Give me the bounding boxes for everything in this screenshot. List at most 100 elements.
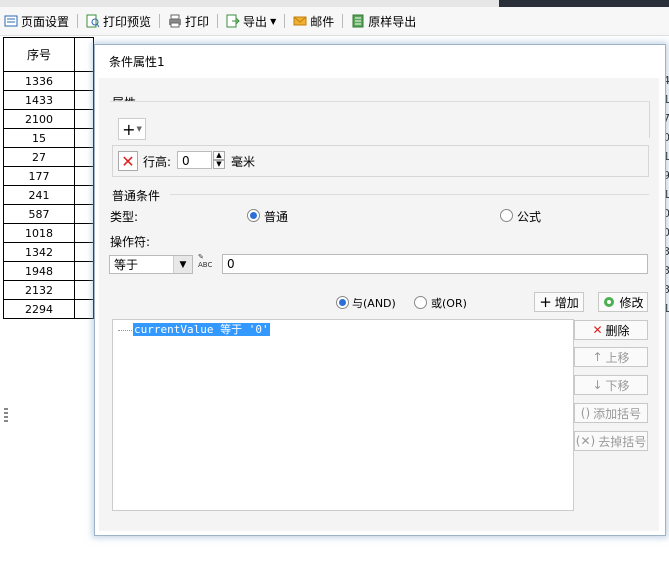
export-label: 导出 [243,14,268,29]
row-height-stepper[interactable]: ▲ ▼ [213,151,225,169]
resize-handle[interactable] [4,408,8,422]
table-cell [74,71,94,91]
top-strip [0,0,669,7]
row-height-input[interactable]: 0 [177,151,212,169]
print-button[interactable]: 打印 [164,10,213,32]
move-down-label: 下移 [605,378,630,393]
table-cell: 2294 [3,299,75,319]
table-row: 1018 [3,223,94,243]
operator-select[interactable]: 等于 ▼ [109,255,193,274]
toolbar: 页面设置 打印预览 打印 导出 ▼ 邮件 原样导出 [0,7,669,36]
page-setup-icon [4,15,18,27]
arrow-down-icon: ↓ [592,378,603,392]
delete-label: 删除 [605,323,630,338]
attributes-group-frame [110,101,650,138]
plus-icon: + [122,119,136,139]
export-as-is-icon [352,14,364,28]
operator-label: 操作符: [110,235,151,249]
table-cell: 177 [3,166,75,186]
condition-list[interactable]: currentValue 等于 '0' [112,319,574,511]
type-label: 类型: [110,210,139,224]
remove-bracket-button[interactable]: (✕) 去掉括号 [574,431,648,451]
list-item[interactable]: currentValue 等于 '0' [133,323,270,336]
type-normal-label: 普通 [264,210,289,224]
remove-attribute-button[interactable]: ✕ [118,151,138,171]
close-icon: ✕ [121,151,135,171]
table-cell [74,128,94,148]
export-button[interactable]: 导出 ▼ [222,10,280,32]
table-cell: 27 [3,147,75,167]
dialog-title: 条件属性1 [109,55,165,69]
print-preview-label: 打印预览 [103,14,152,29]
toolbar-separator [159,14,161,28]
move-up-label: 上移 [605,350,630,365]
type-formula-radio[interactable] [500,209,513,222]
chevron-down-icon: ▼ [173,256,192,273]
table-cell: 15 [3,128,75,148]
toolbar-separator [284,14,286,28]
operator-select-value: 等于 [114,258,139,272]
page-setup-label: 页面设置 [21,14,70,29]
table-cell [74,242,94,262]
add-condition-button[interactable]: + 增加 [534,292,584,312]
caret-down-icon: ▼ [136,125,142,133]
export-as-is-button[interactable]: 原样导出 [347,10,420,32]
delete-x-icon: ✕ [592,323,603,337]
operand-input[interactable]: 0 [222,254,648,274]
add-condition-label: 增加 [554,295,579,310]
table-cell: 1433 [3,90,75,110]
delete-button[interactable]: ✕ 删除 [574,320,648,340]
print-preview-button[interactable]: 打印预览 [82,10,155,32]
mail-label: 邮件 [310,14,335,29]
modify-condition-label: 修改 [619,295,644,310]
stepper-down-icon[interactable]: ▼ [213,160,225,169]
top-strip-dark [499,0,669,7]
bracket-icon: () [580,406,591,420]
remove-bracket-icon: (✕) [575,434,596,448]
table-row: 1342 [3,242,94,262]
table-cell [74,261,94,281]
print-preview-icon [86,14,100,28]
move-down-button[interactable]: ↓ 下移 [574,375,648,395]
table-cell [74,185,94,205]
type-normal-radio[interactable] [247,209,260,222]
table-row: 241 [3,185,94,205]
or-radio[interactable] [414,296,427,309]
caret-down-icon: ▼ [270,16,277,26]
mail-icon [293,16,307,26]
table-cell: 2132 [3,280,75,300]
group-divider [170,194,649,195]
table-row: 27 [3,147,94,167]
page-setup-button[interactable]: 页面设置 [0,10,73,32]
toolbar-separator [217,14,219,28]
or-label: 或(OR) [431,297,467,310]
add-attribute-dropdown[interactable]: + ▼ [118,118,146,140]
mail-button[interactable]: 邮件 [289,10,338,32]
and-label: 与(AND) [352,297,396,310]
modify-gear-icon [604,297,615,307]
row-height-unit: 毫米 [231,155,256,169]
table-header-cell [74,37,94,72]
spellcheck-abc-icon[interactable]: ✎ ABC [198,253,218,273]
table-row: 1948 [3,261,94,281]
plus-icon: + [539,293,552,311]
table-cell [74,280,94,300]
table-cell: 241 [3,185,75,205]
table-cell [74,299,94,319]
add-bracket-button[interactable]: () 添加括号 [574,403,648,423]
table-row: 1336 [3,71,94,91]
table-row: 2100 [3,109,94,129]
table-cell [74,147,94,167]
table-row: 2132 [3,280,94,300]
stepper-up-icon[interactable]: ▲ [213,151,225,160]
table-cell [74,204,94,224]
move-up-button[interactable]: ↑ 上移 [574,347,648,367]
and-radio[interactable] [336,296,349,309]
report-table: 序号 1336 1433 2100 15 27 177 241 587 1018… [3,37,94,319]
table-cell [74,109,94,129]
tree-connector [118,330,132,331]
table-cell [74,166,94,186]
modify-condition-button[interactable]: 修改 [598,292,648,312]
table-row: 177 [3,166,94,186]
export-as-is-label: 原样导出 [368,14,417,29]
